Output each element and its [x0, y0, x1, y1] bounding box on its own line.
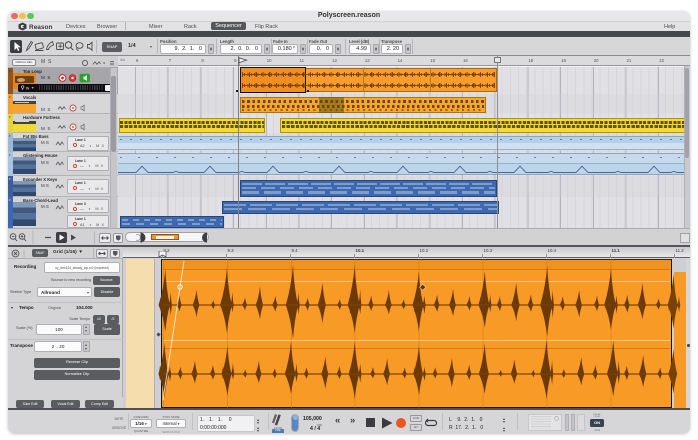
- svg-text:Reason: Reason: [29, 24, 53, 31]
- svg-text:M S: M S: [41, 126, 50, 131]
- svg-text:IN: IN: [26, 86, 30, 90]
- svg-text:M S: M S: [41, 106, 50, 111]
